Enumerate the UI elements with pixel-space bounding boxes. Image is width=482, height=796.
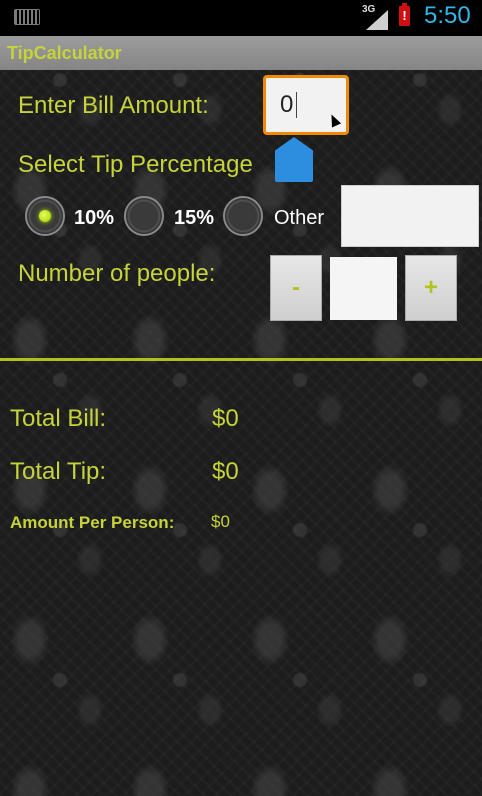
total-tip-value: $0 xyxy=(212,458,239,485)
tip-other-radio[interactable] xyxy=(223,196,263,236)
tip-10-radio[interactable] xyxy=(25,196,65,236)
total-bill-label: Total Bill: xyxy=(10,405,107,432)
battery-alert-icon xyxy=(399,3,410,26)
status-bar: 3G 5:50 xyxy=(0,0,482,36)
tip-percentage-label: Select Tip Percentage xyxy=(18,151,253,178)
decrease-people-button[interactable]: - xyxy=(270,255,322,321)
bill-amount-value: 0 xyxy=(280,91,294,118)
text-cursor xyxy=(296,92,297,118)
divider xyxy=(0,358,482,361)
bill-amount-label: Enter Bill Amount: xyxy=(18,92,209,119)
tip-10-label[interactable]: 10% xyxy=(74,207,114,230)
mouse-pointer-icon xyxy=(326,112,342,128)
clock: 5:50 xyxy=(424,2,471,29)
total-tip-label: Total Tip: xyxy=(10,458,107,485)
signal-group: 3G xyxy=(362,4,390,30)
people-count-label: Number of people: xyxy=(18,260,216,287)
signal-icon xyxy=(366,10,388,30)
other-tip-input[interactable] xyxy=(341,185,479,247)
app-title: TipCalculator xyxy=(7,43,122,63)
bill-amount-input[interactable]: 0 xyxy=(263,75,349,135)
title-bar: TipCalculator xyxy=(0,36,482,70)
amount-per-person-value: $0 xyxy=(211,512,230,531)
amount-per-person-label: Amount Per Person: xyxy=(10,513,175,532)
text-selection-handle[interactable] xyxy=(275,137,313,182)
tip-15-label[interactable]: 15% xyxy=(174,207,214,230)
keyboard-icon xyxy=(14,9,40,25)
total-bill-value: $0 xyxy=(212,405,239,432)
people-count-input[interactable] xyxy=(330,257,397,320)
tip-15-radio[interactable] xyxy=(124,196,164,236)
increase-people-button[interactable]: + xyxy=(405,255,457,321)
radio-selected-dot xyxy=(39,210,51,222)
tip-other-label[interactable]: Other xyxy=(274,207,324,230)
